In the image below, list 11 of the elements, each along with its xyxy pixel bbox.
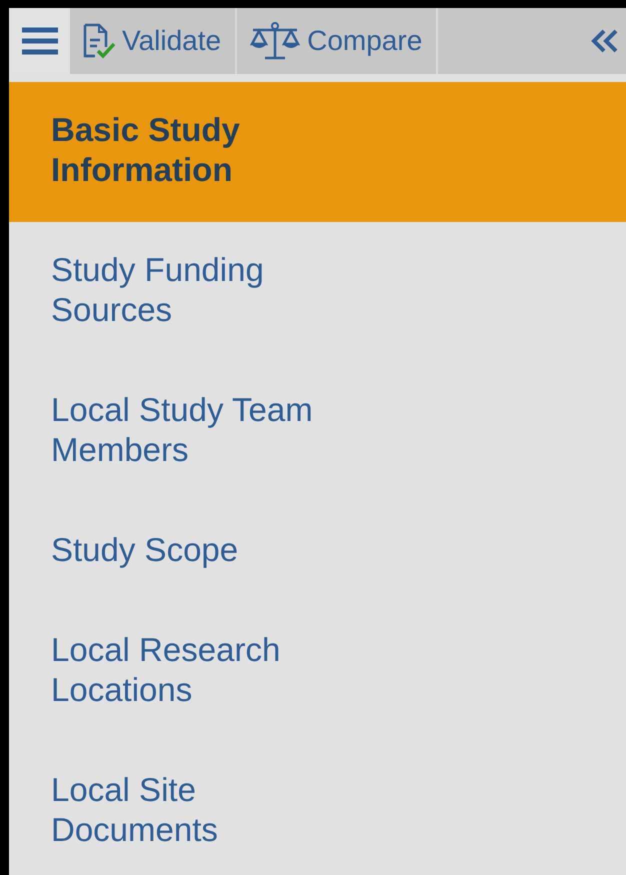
nav-item[interactable]: Basic Study Information — [9, 82, 626, 222]
double-chevron-left-icon — [590, 28, 620, 54]
nav-item[interactable]: Study Scope — [9, 502, 361, 602]
document-check-icon — [82, 23, 116, 59]
nav-item[interactable]: Local Research Locations — [9, 602, 361, 742]
nav-item[interactable]: Study Funding Sources — [9, 222, 361, 362]
menu-icon — [20, 26, 58, 56]
menu-button[interactable] — [9, 8, 70, 74]
scale-icon — [249, 22, 302, 60]
nav-item[interactable]: Local Study Team Members — [9, 362, 361, 502]
nav-item[interactable]: Local Site Documents — [9, 742, 361, 875]
